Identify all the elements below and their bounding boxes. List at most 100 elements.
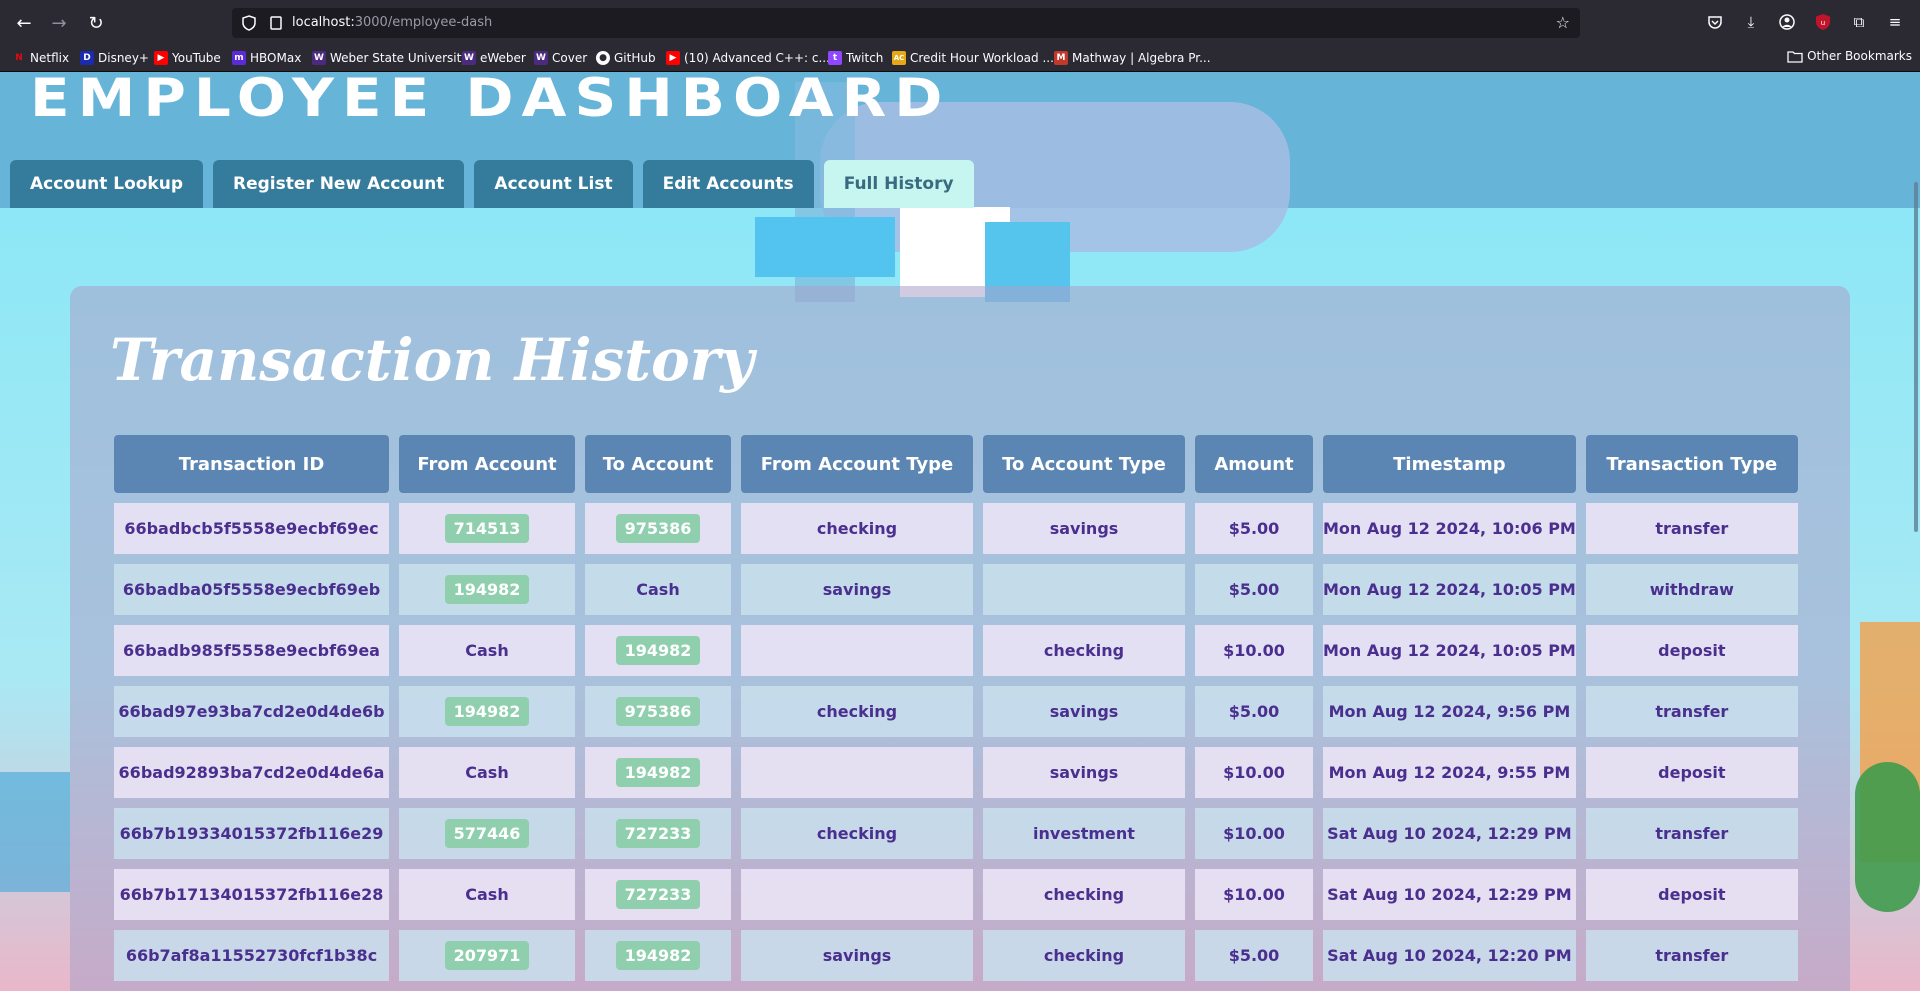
- timestamp-cell: Sat Aug 10 2024, 12:20 PM: [1323, 930, 1576, 981]
- transaction-type-cell: withdraw: [1585, 564, 1798, 615]
- page-viewport: EMPLOYEE DASHBOARD Account Lookup Regist…: [0, 72, 1920, 991]
- from-account-cell: 714513: [399, 503, 575, 554]
- svg-text:u: u: [1821, 19, 1825, 27]
- transaction-id-cell: 66bad92893ba7cd2e0d4de6a: [114, 747, 389, 798]
- account-badge[interactable]: 194982: [615, 758, 701, 787]
- youtube-icon: ▶: [154, 51, 168, 65]
- account-badge[interactable]: 975386: [615, 514, 701, 543]
- account-badge[interactable]: 194982: [444, 697, 530, 726]
- col-amount: Amount: [1195, 435, 1313, 493]
- account-badge[interactable]: 194982: [615, 636, 701, 665]
- browser-toolbar: ← → ↻ localhost:3000/employee-dash ☆ ⤓ u…: [0, 0, 1920, 44]
- bookmark-hbomax[interactable]: m HBOMax: [232, 49, 301, 67]
- to-account-type-cell: [983, 564, 1185, 615]
- to-account-type-cell: savings: [983, 747, 1185, 798]
- to-account-cell: 975386: [585, 686, 731, 737]
- timestamp-cell: Mon Aug 12 2024, 9:56 PM: [1323, 686, 1576, 737]
- reload-icon[interactable]: ↻: [82, 9, 110, 37]
- ublock-shield-icon[interactable]: u: [1812, 11, 1834, 33]
- col-transaction-type: Transaction Type: [1585, 435, 1798, 493]
- github-icon: ●: [596, 51, 610, 65]
- amount-cell: $10.00: [1195, 625, 1313, 676]
- from-account-type-cell: [741, 869, 973, 920]
- table-row: 66bad92893ba7cd2e0d4de6a Cash 194982 saving…: [114, 747, 1798, 798]
- bookmark-weber-state[interactable]: W Weber State University: [312, 49, 468, 67]
- account-badge[interactable]: 727233: [615, 880, 701, 909]
- account-badge[interactable]: 727233: [615, 819, 701, 848]
- folder-icon: [1787, 50, 1803, 63]
- tab-edit-accounts[interactable]: Edit Accounts: [642, 160, 814, 208]
- account-badge[interactable]: 194982: [615, 941, 701, 970]
- tab-register-new-account[interactable]: Register New Account: [213, 160, 465, 208]
- from-account-type-cell: checking: [741, 686, 973, 737]
- bookmark-advanced-cpp[interactable]: ▶ (10) Advanced C++: c...: [666, 49, 830, 67]
- bookmark-credit-hour[interactable]: AC Credit Hour Workload ...: [892, 49, 1054, 67]
- transaction-id-cell: 66badb985f5558e9ecbf69ea: [114, 625, 389, 676]
- back-arrow-icon[interactable]: ←: [10, 9, 38, 37]
- col-from-account-type: From Account Type: [741, 435, 973, 493]
- bookmark-github[interactable]: ● GitHub: [596, 49, 656, 67]
- to-account-cell: 194982: [585, 625, 731, 676]
- bookmark-mathway[interactable]: M Mathway | Algebra Pr...: [1054, 49, 1211, 67]
- timestamp-cell: Mon Aug 12 2024, 10:05 PM: [1323, 625, 1576, 676]
- pocket-icon[interactable]: [1704, 11, 1726, 33]
- tab-account-list[interactable]: Account List: [474, 160, 633, 208]
- twitch-icon: t: [828, 51, 842, 65]
- bookmark-youtube[interactable]: ▶ YouTube: [154, 49, 221, 67]
- from-account-cell: Cash: [399, 747, 575, 798]
- dashboard-tabs: Account Lookup Register New Account Acco…: [10, 160, 984, 208]
- from-account-type-cell: savings: [741, 930, 973, 981]
- account-badge[interactable]: 194982: [444, 575, 530, 604]
- account-icon[interactable]: [1776, 11, 1798, 33]
- bookmark-disney[interactable]: D Disney+: [80, 49, 149, 67]
- history-card: Transaction History Transaction ID From …: [70, 286, 1850, 991]
- transaction-type-cell: transfer: [1585, 808, 1798, 859]
- tracking-shield-icon[interactable]: [242, 15, 256, 31]
- to-account-type-cell: checking: [983, 930, 1185, 981]
- col-to-account-type: To Account Type: [983, 435, 1185, 493]
- timestamp-cell: Mon Aug 12 2024, 9:55 PM: [1323, 747, 1576, 798]
- table-row: 66badbcb5f5558e9ecbf69ec 714513 975386 chec…: [114, 503, 1798, 554]
- from-account-cell: Cash: [399, 625, 575, 676]
- bookmark-cover[interactable]: W Cover: [534, 49, 587, 67]
- timestamp-cell: Sat Aug 10 2024, 12:29 PM: [1323, 869, 1576, 920]
- timestamp-cell: Sat Aug 10 2024, 12:29 PM: [1323, 808, 1576, 859]
- to-account-cell: 975386: [585, 503, 731, 554]
- account-badge[interactable]: 975386: [615, 697, 701, 726]
- transaction-type-cell: transfer: [1585, 503, 1798, 554]
- tab-account-lookup[interactable]: Account Lookup: [10, 160, 204, 208]
- bookmark-netflix[interactable]: N Netflix: [12, 49, 69, 67]
- table-row: 66b7af8a11552730fcf1b38c 207971 194982 savi…: [114, 930, 1798, 981]
- tab-full-history[interactable]: Full History: [823, 160, 974, 208]
- to-account-cell: 727233: [585, 869, 731, 920]
- tower-shape: [755, 217, 895, 277]
- scrollbar[interactable]: [1914, 182, 1918, 532]
- address-bar[interactable]: localhost:3000/employee-dash ☆: [232, 8, 1580, 38]
- bookmark-eweber[interactable]: WeWeber: [462, 49, 526, 67]
- building-shape: [0, 772, 70, 892]
- transaction-type-cell: transfer: [1585, 930, 1798, 981]
- transaction-id-cell: 66bad97e93ba7cd2e0d4de6b: [114, 686, 389, 737]
- amount-cell: $10.00: [1195, 869, 1313, 920]
- table-row: 66badba05f5558e9ecbf69eb 194982 Cash saving…: [114, 564, 1798, 615]
- to-account-cell: 194982: [585, 747, 731, 798]
- transaction-type-cell: deposit: [1585, 747, 1798, 798]
- account-badge[interactable]: 577446: [444, 819, 530, 848]
- timestamp-cell: Mon Aug 12 2024, 10:06 PM: [1323, 503, 1576, 554]
- col-from-account: From Account: [399, 435, 575, 493]
- page-icon[interactable]: [270, 16, 282, 30]
- forward-arrow-icon[interactable]: →: [45, 9, 73, 37]
- amount-cell: $5.00: [1195, 686, 1313, 737]
- extensions-icon[interactable]: ⧉: [1848, 11, 1870, 33]
- bookmark-twitch[interactable]: t Twitch: [828, 49, 883, 67]
- other-bookmarks[interactable]: Other Bookmarks: [1787, 49, 1912, 63]
- weber-icon: W: [312, 51, 326, 65]
- account-badge[interactable]: 207971: [444, 941, 530, 970]
- netflix-icon: N: [15, 53, 23, 63]
- downloads-icon[interactable]: ⤓: [1740, 11, 1762, 33]
- bookmark-star-icon[interactable]: ☆: [1556, 13, 1570, 32]
- from-account-cell: 207971: [399, 930, 575, 981]
- to-account-type-cell: savings: [983, 686, 1185, 737]
- menu-icon[interactable]: ≡: [1884, 11, 1906, 33]
- account-badge[interactable]: 714513: [444, 514, 530, 543]
